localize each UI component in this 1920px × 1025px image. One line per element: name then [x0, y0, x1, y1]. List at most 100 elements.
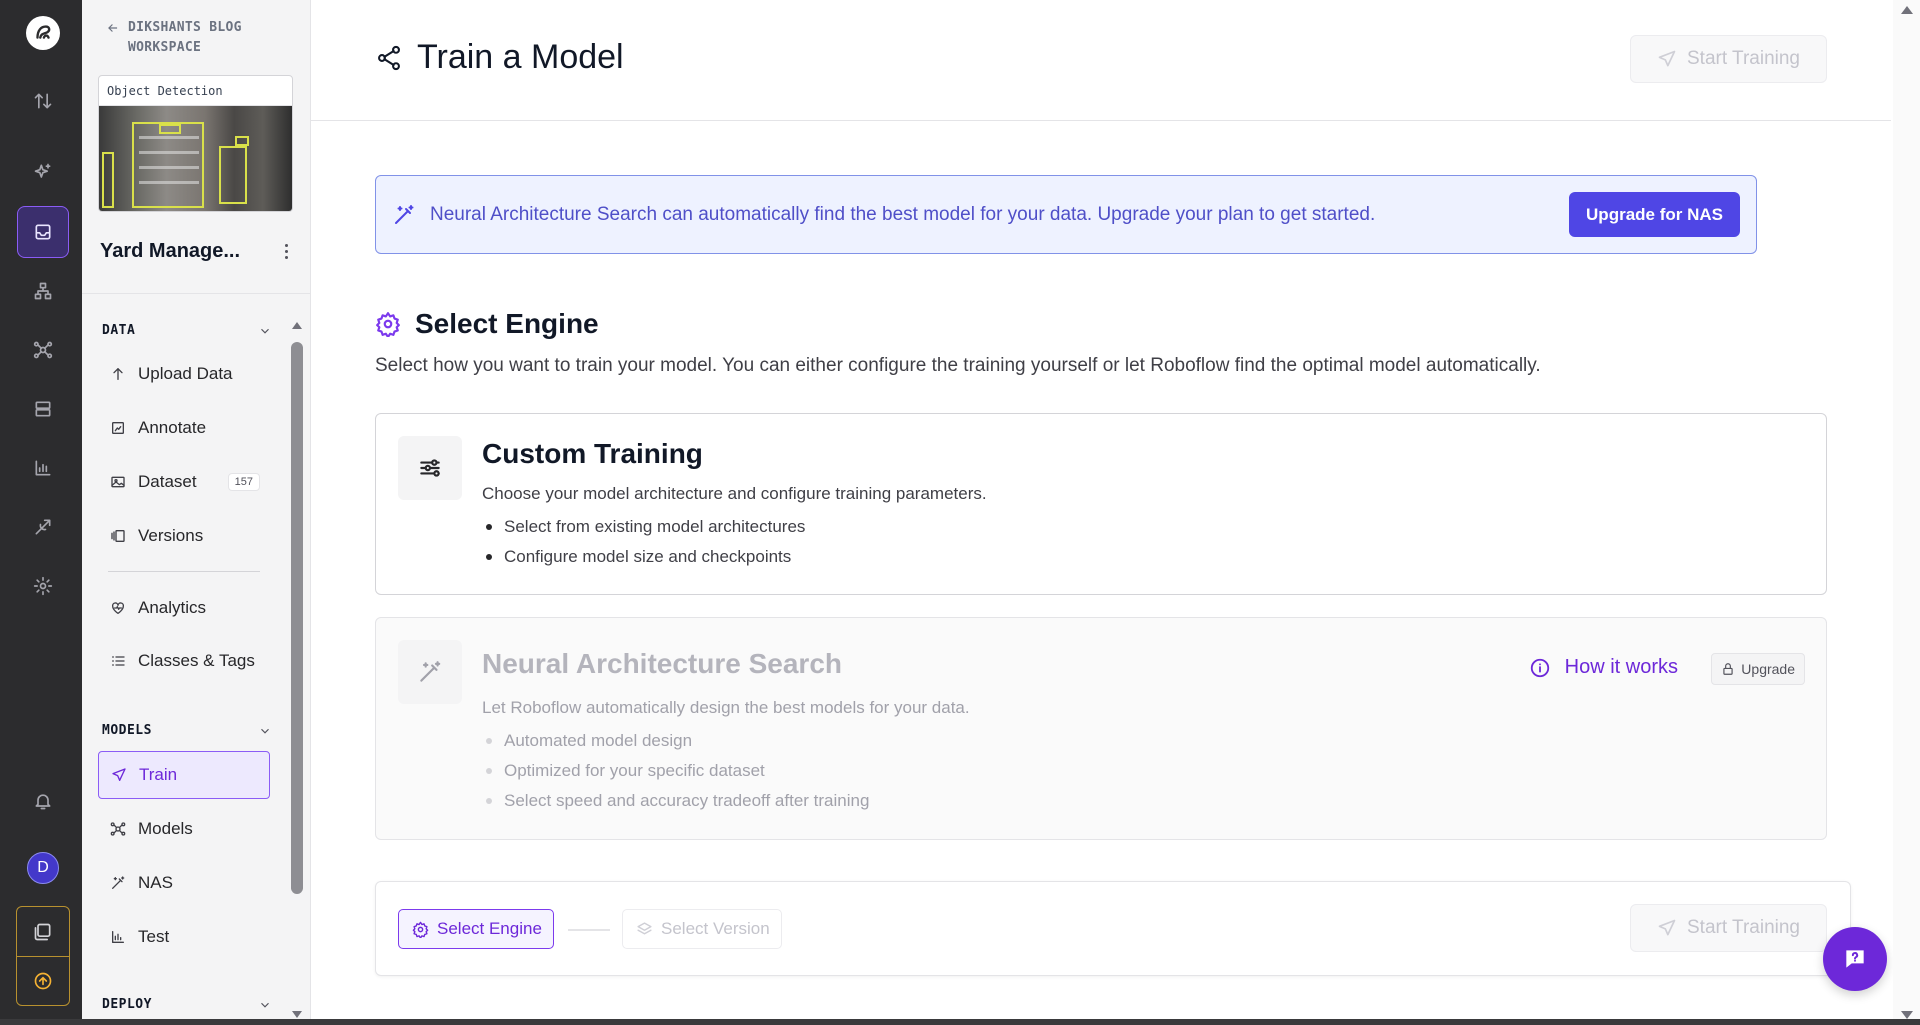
- scroll-up-icon[interactable]: [1901, 6, 1913, 14]
- chevron-down-icon: [261, 328, 269, 334]
- sidebar-item-label: Analytics: [138, 598, 207, 617]
- list-item: Select from existing model architectures: [482, 512, 805, 542]
- section-label: DEPLOY: [102, 997, 152, 1012]
- scroll-up-icon[interactable]: [292, 322, 302, 329]
- transfer-icon[interactable]: [17, 75, 69, 127]
- sidebar-item-annotate[interactable]: Annotate: [98, 404, 270, 452]
- scroll-down-icon[interactable]: [1901, 1011, 1913, 1019]
- sidebar-item-label: Test: [138, 927, 170, 946]
- sidebar-scrollbar[interactable]: [289, 318, 305, 1018]
- app-window: D DIKSHANTS BLOG WORKSPACE Object Detect…: [0, 0, 1920, 1025]
- upgrade-for-nas-button[interactable]: Upgrade for NAS: [1569, 192, 1740, 237]
- upload-icon[interactable]: [17, 956, 69, 1005]
- divider: [108, 571, 260, 572]
- sidebar-nav: DATA Upload Data Annotate Dataset 157 Ve…: [82, 310, 287, 1025]
- card-title: Neural Architecture Search: [482, 648, 842, 679]
- chat-support-button[interactable]: [1823, 927, 1887, 991]
- section-deploy-header[interactable]: DEPLOY: [102, 997, 272, 1012]
- section-label: DATA: [102, 323, 136, 338]
- list-item: Optimized for your specific dataset: [482, 756, 869, 786]
- upgrade-badge[interactable]: Upgrade: [1711, 653, 1805, 685]
- bell-icon[interactable]: [17, 775, 69, 827]
- button-label: Start Training: [1687, 917, 1800, 938]
- dataset-count-badge: 157: [227, 473, 260, 491]
- gear-icon: [412, 921, 429, 938]
- sidebar-item-test[interactable]: Test: [98, 913, 270, 961]
- step-select-version[interactable]: Select Version: [622, 909, 782, 949]
- icon-rail: D: [0, 0, 82, 1025]
- page-header: Train a Model Start Training: [311, 0, 1891, 121]
- sparkles-icon[interactable]: [17, 146, 69, 198]
- magic-wand-icon: [398, 640, 462, 704]
- card-feature-list: Select from existing model architectures…: [482, 512, 805, 572]
- graph-icon[interactable]: [17, 324, 69, 376]
- inbox-icon[interactable]: [17, 206, 69, 258]
- sidebar-item-analytics[interactable]: Analytics: [98, 584, 270, 632]
- server-icon[interactable]: [17, 383, 69, 435]
- step-label: Select Version: [661, 919, 770, 938]
- gear-icon: [376, 312, 400, 337]
- chat-icon: [1846, 950, 1864, 968]
- card-subtitle: Choose your model architecture and confi…: [482, 484, 987, 503]
- page-scrollbar[interactable]: [1893, 0, 1920, 1025]
- step-connector: [568, 929, 610, 931]
- step-label: Select Engine: [437, 919, 542, 938]
- start-training-button-bottom[interactable]: Start Training: [1630, 904, 1827, 952]
- project-thumbnail[interactable]: Object Detection: [98, 75, 293, 212]
- sliders-icon: [398, 436, 462, 500]
- nas-upgrade-banner: Neural Architecture Search can automatic…: [375, 175, 1757, 254]
- lock-icon: [1723, 663, 1733, 675]
- image-icon: [111, 476, 125, 488]
- step-select-engine[interactable]: Select Engine: [398, 909, 554, 949]
- arrow-up-icon: [113, 368, 123, 380]
- list-item: Configure model size and checkpoints: [482, 542, 805, 572]
- select-engine-heading: Select Engine: [375, 308, 599, 340]
- project-type-label: Object Detection: [99, 76, 292, 106]
- sidebar-item-versions[interactable]: Versions: [98, 512, 270, 560]
- bar-chart-icon[interactable]: [17, 442, 69, 494]
- more-options-icon[interactable]: [277, 241, 295, 263]
- sidebar-item-label: Upload Data: [138, 364, 233, 383]
- hierarchy-icon[interactable]: [17, 265, 69, 317]
- scroll-down-icon[interactable]: [292, 1011, 302, 1018]
- roboflow-logo-icon[interactable]: [26, 16, 60, 50]
- sidebar-item-label: Classes & Tags: [138, 651, 255, 670]
- sidebar-item-nas[interactable]: NAS: [98, 859, 270, 907]
- project-header: Yard Manage...: [100, 240, 295, 263]
- scrollbar-thumb[interactable]: [291, 342, 303, 894]
- train-icon: [112, 768, 126, 781]
- sidebar-item-dataset[interactable]: Dataset 157: [98, 458, 270, 506]
- sidebar-item-label: Train: [139, 765, 178, 784]
- page-title-text: Train a Model: [417, 38, 624, 76]
- project-name[interactable]: Yard Manage...: [100, 240, 240, 263]
- settings-icon[interactable]: [17, 560, 69, 612]
- section-models-header[interactable]: MODELS: [102, 723, 272, 738]
- sidebar-item-label: Versions: [138, 526, 204, 545]
- avatar[interactable]: D: [27, 852, 59, 884]
- nas-card[interactable]: Neural Architecture Search How it works …: [375, 617, 1827, 840]
- main-content: Train a Model Start Training Neural Arch…: [311, 0, 1920, 1025]
- how-it-works-link[interactable]: How it works: [1529, 656, 1678, 679]
- workspace-back-link[interactable]: DIKSHANTS BLOG WORKSPACE: [106, 18, 258, 58]
- custom-training-card[interactable]: Custom Training Choose your model archit…: [375, 413, 1827, 595]
- sidebar-item-train[interactable]: Train: [98, 751, 270, 799]
- badge-label: Upgrade: [1741, 661, 1795, 677]
- stack-icon[interactable]: [17, 907, 69, 956]
- sidebar-item-upload-data[interactable]: Upload Data: [98, 350, 270, 398]
- section-data-header[interactable]: DATA: [102, 323, 272, 338]
- magic-wand-icon: [395, 204, 414, 224]
- project-thumbnail-image: [99, 106, 292, 211]
- project-sidebar: DIKSHANTS BLOG WORKSPACE Object Detectio…: [82, 0, 311, 1025]
- divider: [82, 293, 311, 294]
- send-icon: [1658, 50, 1676, 67]
- telescope-icon[interactable]: [17, 501, 69, 553]
- arrow-left-icon: [108, 24, 118, 32]
- chart-icon: [112, 931, 124, 943]
- sidebar-item-label: NAS: [138, 873, 173, 892]
- start-training-button-top[interactable]: Start Training: [1630, 35, 1827, 83]
- card-subtitle: Let Roboflow automatically design the be…: [482, 698, 970, 717]
- engine-description: Select how you want to train your model.…: [375, 355, 1541, 376]
- sidebar-item-models[interactable]: Models: [98, 805, 270, 853]
- sidebar-item-classes-tags[interactable]: Classes & Tags: [98, 637, 270, 685]
- sidebar-item-label: Models: [138, 819, 193, 838]
